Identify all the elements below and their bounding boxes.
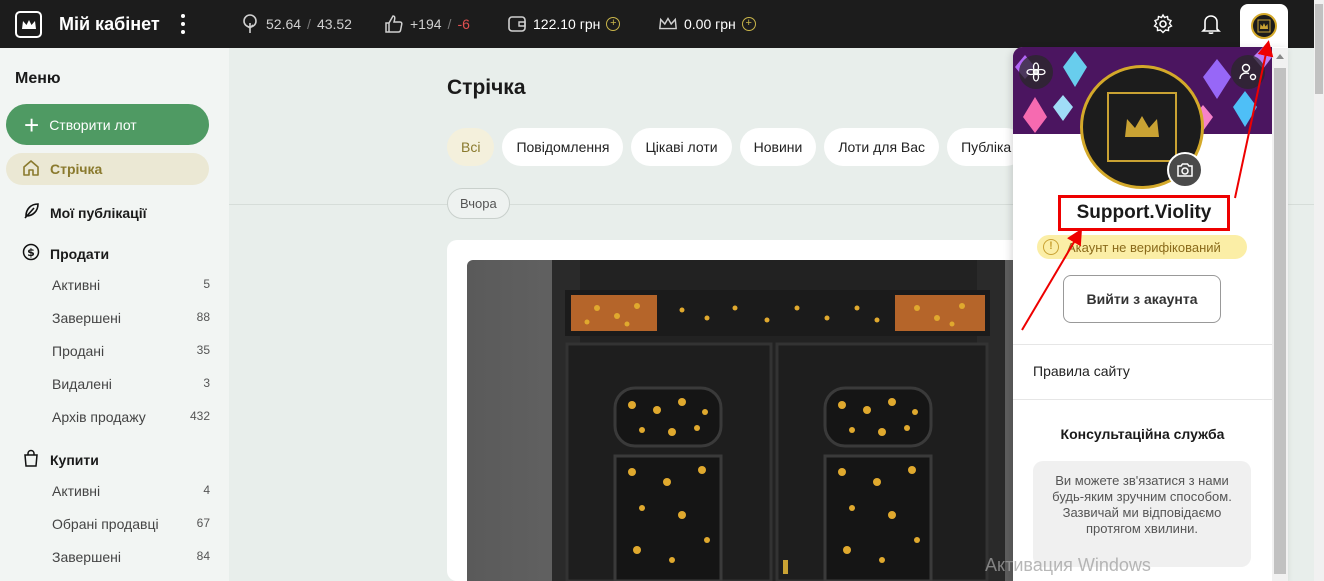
sidebar-subitem-sell-sold[interactable]: Продані 35 bbox=[52, 343, 210, 359]
sidebar-item-buy[interactable]: Купити bbox=[22, 449, 99, 470]
subitem-count: 84 bbox=[196, 549, 210, 563]
support-info-text: Ви можете зв'язатися з нами будь-яким зр… bbox=[1033, 461, 1251, 567]
rating-stat[interactable]: 52.64 / 43.52 bbox=[240, 14, 352, 34]
subitem-count: 67 bbox=[196, 516, 210, 530]
subitem-count: 35 bbox=[196, 343, 210, 357]
verification-status-badge[interactable]: ! Акаунт не верифікований bbox=[1037, 235, 1247, 259]
windows-activation-watermark: Активация Windows bbox=[985, 555, 1151, 575]
create-lot-label: Створити лот bbox=[49, 116, 137, 133]
subitem-label: Архів продажу bbox=[52, 409, 146, 425]
tab-news[interactable]: Новини bbox=[739, 128, 817, 166]
subitem-count: 4 bbox=[203, 483, 210, 497]
wallet-stat[interactable]: 122.10 грн + bbox=[507, 14, 621, 34]
avatar bbox=[1251, 13, 1277, 39]
crown-stat[interactable]: 0.00 грн + bbox=[658, 14, 756, 34]
svg-text:$: $ bbox=[27, 246, 35, 259]
subitem-label: Активні bbox=[52, 277, 101, 293]
shopping-bag-icon bbox=[22, 449, 40, 470]
tab-messages[interactable]: Повідомлення bbox=[502, 128, 624, 166]
app-title: Мій кабінет bbox=[59, 14, 160, 34]
likes-stat[interactable]: +194 / -6 bbox=[384, 14, 470, 34]
camera-icon[interactable] bbox=[1167, 152, 1203, 188]
tab-all[interactable]: Всі bbox=[447, 128, 495, 166]
verification-status-text: Акаунт не верифікований bbox=[1067, 239, 1221, 255]
plus-icon: + bbox=[24, 109, 40, 140]
subitem-count: 3 bbox=[203, 376, 210, 390]
create-lot-button[interactable]: + Створити лот bbox=[6, 104, 209, 145]
lot-photo-cabinet[interactable] bbox=[467, 260, 1027, 581]
tree-icon bbox=[240, 14, 260, 34]
page-title: Стрічка bbox=[447, 76, 526, 99]
add-funds-icon[interactable]: + bbox=[606, 17, 621, 31]
subitem-label: Видалені bbox=[52, 376, 112, 392]
scroll-up-arrow-icon[interactable] bbox=[1276, 54, 1284, 59]
profile-username: Support.Violity bbox=[1058, 195, 1230, 231]
dropdown-scrollbar[interactable] bbox=[1272, 48, 1288, 581]
sidebar-item-label: Продати bbox=[50, 245, 110, 262]
sidebar-subitem-sell-finished[interactable]: Завершені 88 bbox=[52, 310, 210, 326]
subitem-label: Завершені bbox=[52, 549, 121, 565]
sidebar-item-label: Купити bbox=[50, 451, 99, 468]
feed-filter-tabs: Всі Повідомлення Цікаві лоти Новини Лоти… bbox=[447, 128, 1026, 166]
divider bbox=[1013, 399, 1272, 400]
page-scrollbar[interactable] bbox=[1314, 0, 1324, 581]
subitem-count: 432 bbox=[189, 409, 210, 423]
sidebar-item-label: Мої публікації bbox=[50, 204, 147, 221]
rating-negative: 43.52 bbox=[316, 16, 352, 32]
home-icon bbox=[22, 159, 40, 180]
likes-negative: -6 bbox=[457, 16, 470, 32]
wallet-balance: 122.10 грн bbox=[533, 16, 601, 32]
menu-title: Меню bbox=[15, 70, 61, 87]
flower-icon[interactable] bbox=[1019, 55, 1053, 89]
likes-separator: / bbox=[447, 16, 452, 32]
rating-separator: / bbox=[307, 16, 311, 32]
likes-positive: +194 bbox=[410, 16, 442, 32]
wallet-icon bbox=[507, 14, 527, 34]
logo-crown-icon[interactable] bbox=[15, 11, 42, 38]
sidebar-item-feed[interactable]: Стрічка bbox=[6, 153, 209, 185]
crown-logo-icon bbox=[1107, 92, 1177, 162]
gear-icon[interactable] bbox=[1151, 12, 1175, 36]
sidebar-item-label: Стрічка bbox=[50, 161, 103, 177]
date-label: Вчора bbox=[447, 188, 510, 219]
logout-button[interactable]: Вийти з акаунта bbox=[1063, 275, 1221, 323]
subitem-label: Обрані продавці bbox=[52, 516, 159, 532]
warning-icon: ! bbox=[1043, 239, 1059, 255]
sidebar-subitem-sell-active[interactable]: Активні 5 bbox=[52, 277, 210, 293]
profile-avatar-button[interactable] bbox=[1240, 4, 1288, 48]
scrollbar-thumb[interactable] bbox=[1274, 68, 1286, 574]
tab-lots-for-you[interactable]: Лоти для Вас bbox=[824, 128, 940, 166]
page-scrollbar-thumb[interactable] bbox=[1315, 4, 1323, 94]
dollar-icon: $ bbox=[22, 243, 40, 264]
user-settings-icon[interactable] bbox=[1231, 55, 1265, 89]
top-bar: Мій кабінет 52.64 / 43.52 +194 / -6 122.… bbox=[0, 0, 1324, 48]
sidebar-subitem-sell-deleted[interactable]: Видалені 3 bbox=[52, 376, 210, 392]
add-crown-icon[interactable]: + bbox=[741, 17, 756, 31]
sidebar-subitem-buy-favorite-sellers[interactable]: Обрані продавці 67 bbox=[52, 516, 210, 532]
rating-positive: 52.64 bbox=[266, 16, 302, 32]
sidebar: Меню + Створити лот Стрічка Мої публікац… bbox=[0, 48, 229, 581]
more-menu-icon[interactable] bbox=[176, 12, 190, 36]
thumbs-up-icon bbox=[384, 14, 404, 34]
support-service-title: Консультаційна служба bbox=[1060, 426, 1225, 442]
crown-balance: 0.00 грн bbox=[684, 16, 736, 32]
site-rules-link[interactable]: Правила сайту bbox=[1033, 363, 1130, 379]
subitem-count: 5 bbox=[203, 277, 210, 291]
sidebar-item-my-publications[interactable]: Мої публікації bbox=[22, 202, 147, 223]
sidebar-subitem-buy-finished[interactable]: Завершені 84 bbox=[52, 549, 210, 565]
bell-icon[interactable] bbox=[1199, 12, 1223, 36]
profile-dropdown: Support.Violity ! Акаунт не верифіковани… bbox=[1013, 47, 1288, 581]
crown-icon bbox=[658, 14, 678, 34]
divider bbox=[1013, 344, 1272, 345]
sidebar-subitem-buy-active[interactable]: Активні 4 bbox=[52, 483, 210, 499]
subitem-label: Завершені bbox=[52, 310, 121, 326]
sidebar-item-sell[interactable]: $ Продати bbox=[22, 243, 109, 264]
subitem-label: Продані bbox=[52, 343, 105, 359]
feather-icon bbox=[22, 202, 40, 223]
subitem-count: 88 bbox=[196, 310, 210, 324]
sidebar-subitem-sell-archive[interactable]: Архів продажу 432 bbox=[52, 409, 210, 425]
subitem-label: Активні bbox=[52, 483, 101, 499]
tab-interesting-lots[interactable]: Цікаві лоти bbox=[631, 128, 732, 166]
